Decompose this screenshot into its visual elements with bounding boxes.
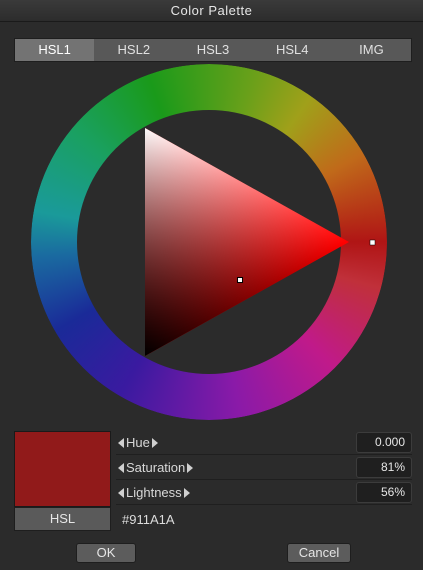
color-mode-button[interactable]: HSL bbox=[14, 507, 111, 531]
triangle-left-icon[interactable] bbox=[118, 463, 124, 473]
lightness-slider[interactable]: Lightness bbox=[118, 481, 190, 505]
hue-slider[interactable]: Hue bbox=[118, 431, 158, 455]
saturation-row: Saturation 81% bbox=[116, 456, 412, 480]
triangle-right-icon[interactable] bbox=[151, 438, 158, 448]
triangle-left-icon[interactable] bbox=[118, 488, 124, 498]
lightness-label: Lightness bbox=[126, 485, 182, 500]
saturation-value-field[interactable]: 81% bbox=[356, 457, 412, 478]
color-marker[interactable] bbox=[237, 277, 243, 283]
hue-value-field[interactable]: 0.000 bbox=[356, 432, 412, 453]
hue-row: Hue 0.000 bbox=[116, 431, 412, 455]
lightness-value-field[interactable]: 56% bbox=[356, 482, 412, 503]
color-wheel-area bbox=[0, 0, 423, 430]
saturation-slider[interactable]: Saturation bbox=[118, 456, 194, 480]
triangle-right-icon[interactable] bbox=[183, 488, 190, 498]
triangle-right-icon[interactable] bbox=[187, 463, 194, 473]
lightness-row: Lightness 56% bbox=[116, 481, 412, 505]
ok-button[interactable]: OK bbox=[76, 543, 136, 563]
color-swatch bbox=[14, 431, 111, 507]
hue-label: Hue bbox=[126, 435, 150, 450]
cancel-button[interactable]: Cancel bbox=[287, 543, 351, 563]
hue-marker[interactable] bbox=[369, 239, 376, 246]
color-wheel-svg bbox=[31, 64, 387, 420]
hex-value[interactable]: #911A1A bbox=[122, 508, 175, 532]
triangle-left-icon[interactable] bbox=[118, 438, 124, 448]
saturation-label: Saturation bbox=[126, 460, 186, 475]
